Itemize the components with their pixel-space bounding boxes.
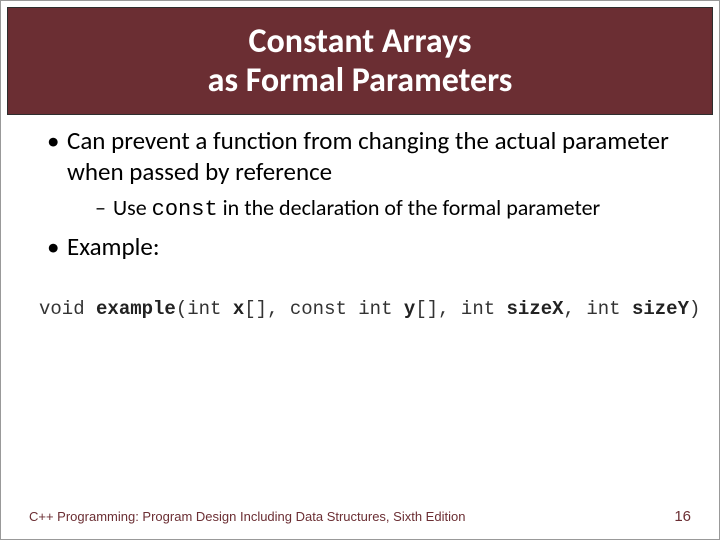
code-t7: [], int [415, 298, 506, 320]
code-t6: y [404, 298, 415, 320]
footer: C++ Programming: Program Design Includin… [1, 508, 719, 525]
code-t8: sizeX [507, 298, 564, 320]
code-t2: example [96, 298, 176, 320]
slide: Constant Arrays as Formal Parameters Can… [0, 0, 720, 540]
code-t4: x [233, 298, 244, 320]
code-t9: , int [564, 298, 632, 320]
sub-bullet-1-post: in the declaration of the formal paramet… [218, 194, 601, 221]
title-bar: Constant Arrays as Formal Parameters [7, 7, 713, 115]
bullet-list: Can prevent a function from changing the… [29, 125, 691, 262]
slide-content: Can prevent a function from changing the… [1, 115, 719, 320]
page-number: 16 [674, 508, 691, 525]
code-t1: void [39, 298, 96, 320]
bullet-1: Can prevent a function from changing the… [47, 125, 691, 223]
sub-bullet-1-code: const [152, 197, 218, 222]
bullet-2-text: Example: [67, 231, 160, 262]
sub-bullet-1-pre: Use [113, 194, 152, 221]
slide-title: Constant Arrays as Formal Parameters [208, 22, 513, 100]
footer-text: C++ Programming: Program Design Includin… [29, 509, 465, 524]
code-t10: sizeY [632, 298, 689, 320]
code-t5: [], const int [244, 298, 404, 320]
sub-bullet-list: Use const in the declaration of the form… [67, 194, 691, 224]
bullet-2: Example: [47, 231, 691, 262]
bullet-1-text: Can prevent a function from changing the… [67, 125, 669, 187]
sub-bullet-1: Use const in the declaration of the form… [95, 194, 691, 224]
code-t3: (int [176, 298, 233, 320]
code-t11: ) [689, 298, 700, 320]
code-example: void example(int x[], const int y[], int… [29, 270, 691, 320]
